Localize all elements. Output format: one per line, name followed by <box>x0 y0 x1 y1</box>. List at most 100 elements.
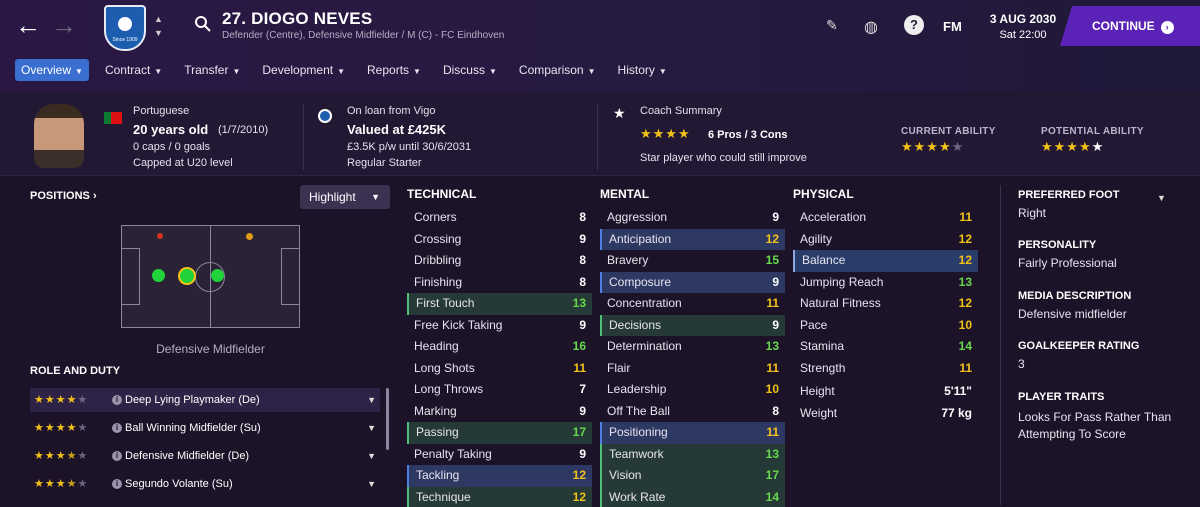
attribute-value: 11 <box>959 210 972 224</box>
chevron-down-icon[interactable]: ▼ <box>367 472 376 496</box>
attribute-row[interactable]: Finishing 8 <box>407 272 592 294</box>
attribute-name: Penalty Taking <box>414 446 492 461</box>
continue-label: CONTINUE <box>1092 19 1155 33</box>
role-item[interactable]: ★★★★★ i Segundo Volante (Su) ▼ <box>30 472 380 496</box>
tab-comparison[interactable]: Comparison ▼ <box>513 59 602 81</box>
attribute-row[interactable]: Stamina 14 <box>793 336 978 358</box>
potential-ability-label: POTENTIAL ABILITY <box>1041 126 1144 137</box>
attribute-value: 12 <box>572 468 586 482</box>
attribute-row[interactable]: Jumping Reach 13 <box>793 272 978 294</box>
attribute-row[interactable]: Vision 17 <box>600 465 785 487</box>
attribute-row[interactable]: Tackling 12 <box>407 465 592 487</box>
attribute-row[interactable]: Agility 12 <box>793 229 978 251</box>
tab-contract[interactable]: Contract ▼ <box>99 59 168 81</box>
attribute-row[interactable]: Composure 9 <box>600 271 785 293</box>
attribute-row[interactable]: Off The Ball 8 <box>600 401 785 423</box>
info-icon: i <box>112 395 122 405</box>
positions-header[interactable]: POSITIONS › <box>30 190 97 202</box>
info-icon: i <box>112 479 122 489</box>
attribute-value: 8 <box>579 274 586 289</box>
crest-text: Since 1909 <box>112 37 138 43</box>
attribute-name: Acceleration <box>800 210 867 224</box>
attribute-row[interactable]: Penalty Taking 9 <box>407 444 592 466</box>
chevron-down-icon[interactable]: ▼ <box>367 444 376 468</box>
attribute-row[interactable]: Natural Fitness 12 <box>793 293 978 315</box>
preferred-foot-label: PREFERRED FOOT <box>1018 189 1120 201</box>
positions-label: POSITIONS <box>30 190 90 202</box>
role-item[interactable]: ★★★★★ i Defensive Midfielder (De) ▼ <box>30 444 380 468</box>
attribute-value: 13 <box>572 296 586 310</box>
chevron-down-icon: ▼ <box>587 67 596 76</box>
attribute-row[interactable]: Positioning 11 <box>600 422 785 444</box>
attribute-row[interactable]: Determination 13 <box>600 336 785 358</box>
role-name: Ball Winning Midfielder (Su) <box>125 422 261 434</box>
attribute-row[interactable]: Dribbling 8 <box>407 250 592 272</box>
attribute-row[interactable]: Corners 8 <box>407 207 592 229</box>
tab-development[interactable]: Development ▼ <box>256 59 351 81</box>
chevron-down-icon[interactable]: ▼ <box>367 388 376 412</box>
back-arrow-icon[interactable]: ← <box>14 12 42 40</box>
attribute-value: 15 <box>765 253 779 267</box>
tab-history[interactable]: History ▼ <box>612 59 673 81</box>
continue-button[interactable]: CONTINUE › <box>1060 6 1200 46</box>
attribute-name: First Touch <box>416 296 475 310</box>
attribute-row[interactable]: Aggression 9 <box>600 207 785 229</box>
role-item[interactable]: ★★★★★ i Deep Lying Playmaker (De) ▼ <box>30 388 380 412</box>
search-icon[interactable] <box>194 15 212 33</box>
forward-arrow-icon[interactable]: → <box>50 12 78 40</box>
attribute-row[interactable]: Long Shots 11 <box>407 358 592 380</box>
tab-transfer[interactable]: Transfer ▼ <box>178 59 246 81</box>
attribute-row[interactable]: Bravery 15 <box>600 250 785 272</box>
attribute-row[interactable]: Strength 11 <box>793 358 978 380</box>
chevron-down-icon[interactable]: ▼ <box>367 416 376 440</box>
attribute-name: Strength <box>800 360 846 375</box>
attribute-name: Tackling <box>416 468 460 482</box>
attribute-row[interactable]: Flair 11 <box>600 358 785 380</box>
coach-summary-title: Coach Summary <box>640 105 722 117</box>
attribute-row[interactable]: Balance 12 <box>793 250 978 272</box>
pros-cons[interactable]: 6 Pros / 3 Cons <box>708 129 787 141</box>
attribute-name: Positioning <box>609 425 668 439</box>
help-icon[interactable]: ? <box>904 15 924 35</box>
tab-overview[interactable]: Overview ▼ <box>15 59 89 81</box>
pencil-icon[interactable]: ✎ <box>826 17 838 34</box>
player-traits-value[interactable]: Looks For Pass Rather Than Attempting To… <box>1018 409 1188 443</box>
fm-menu-button[interactable]: FM <box>943 19 962 34</box>
chevron-up-icon[interactable]: ▲ <box>154 14 163 24</box>
attribute-row[interactable]: Heading 16 <box>407 336 592 358</box>
attribute-value: 12 <box>572 489 586 504</box>
attribute-name: Flair <box>607 360 631 375</box>
attribute-value: 9 <box>772 210 779 224</box>
technical-column: TECHNICAL Corners 8 Crossing 9 Dribbling 8 Fin… <box>407 186 592 507</box>
role-stars: ★★★★★ <box>34 450 89 462</box>
attribute-row[interactable]: Work Rate 14 <box>600 486 785 507</box>
club-crest[interactable]: Since 1909 <box>104 5 146 51</box>
chevron-down-icon[interactable]: ▼ <box>154 28 163 38</box>
attribute-row[interactable]: Pace 10 <box>793 315 978 337</box>
loan-status[interactable]: On loan from Vigo <box>347 105 435 117</box>
attribute-row[interactable]: Decisions 9 <box>600 314 785 336</box>
attribute-row[interactable]: Marking 9 <box>407 401 592 423</box>
tab-discuss[interactable]: Discuss ▼ <box>437 59 503 81</box>
time-text: Sat 22:00 <box>999 29 1047 41</box>
attribute-row[interactable]: Long Throws 7 <box>407 379 592 401</box>
attribute-row[interactable]: Technique 12 <box>407 486 592 507</box>
attribute-row[interactable]: Acceleration 11 <box>793 207 978 229</box>
coach-star-icon: ★ <box>613 105 626 121</box>
technical-header: TECHNICAL <box>407 187 477 201</box>
attribute-row[interactable]: Teamwork 13 <box>600 443 785 465</box>
highlight-dropdown[interactable]: Highlight ▼ <box>300 185 390 209</box>
chevron-down-icon[interactable]: ▼ <box>1157 193 1166 203</box>
role-item[interactable]: ★★★★★ i Ball Winning Midfielder (Su) ▼ <box>30 416 380 440</box>
attribute-row[interactable]: First Touch 13 <box>407 293 592 315</box>
tab-label: Discuss <box>442 63 485 77</box>
globe-icon[interactable]: ◍ <box>864 17 878 37</box>
attribute-row[interactable]: Crossing 9 <box>407 229 592 251</box>
attribute-row[interactable]: Leadership 10 <box>600 379 785 401</box>
attribute-row[interactable]: Free Kick Taking 9 <box>407 315 592 337</box>
tab-reports[interactable]: Reports ▼ <box>361 59 427 81</box>
scrollbar[interactable] <box>386 388 389 450</box>
attribute-row[interactable]: Passing 17 <box>407 422 592 444</box>
attribute-row[interactable]: Concentration 11 <box>600 293 785 315</box>
attribute-row[interactable]: Anticipation 12 <box>600 228 785 250</box>
